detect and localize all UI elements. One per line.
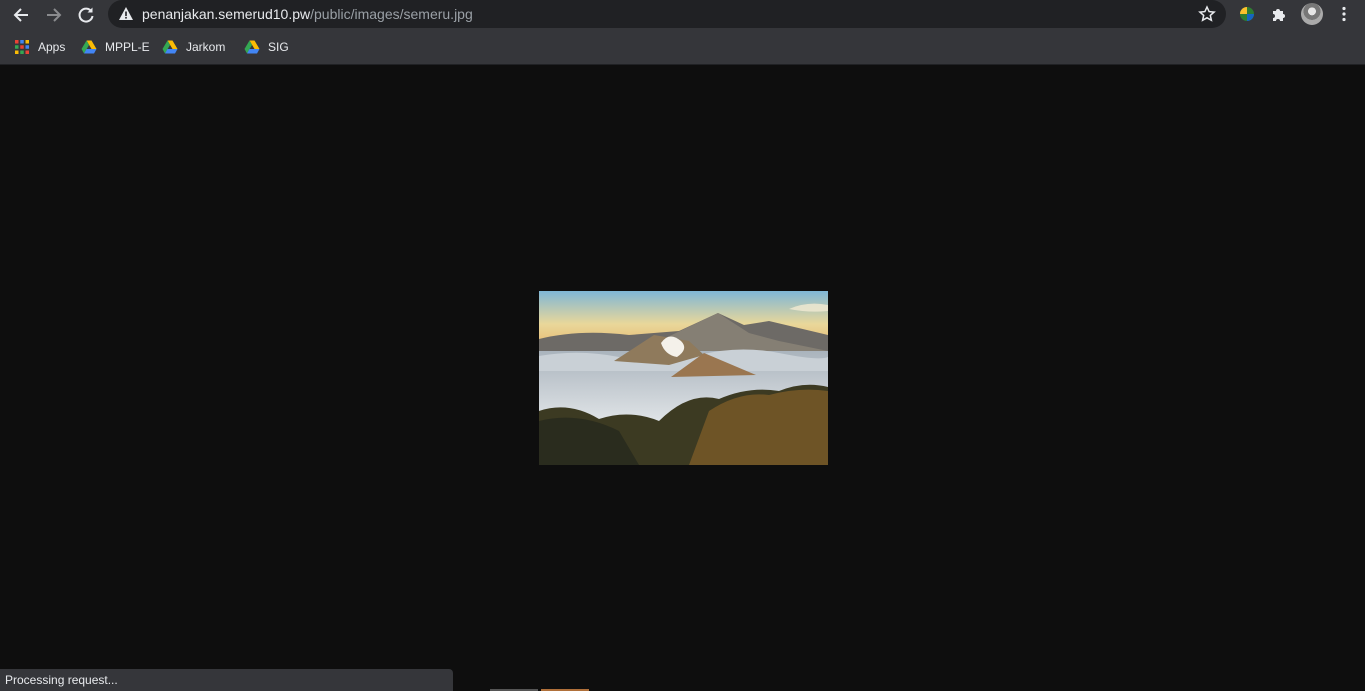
profile-avatar[interactable] [1301,3,1323,25]
bookmark-label: Apps [38,40,66,54]
bookmark-sig[interactable]: SIG [244,38,289,56]
back-button[interactable] [9,3,33,27]
bookmark-star-icon[interactable] [1198,5,1216,23]
url-path: /public/images/semeru.jpg [310,6,473,22]
forward-button[interactable] [42,3,66,27]
bookmark-label: SIG [268,40,289,54]
bookmark-jarkom[interactable]: Jarkom [162,38,225,56]
bookmark-apps[interactable]: Apps [14,38,65,56]
bookmark-label: MPPL-E [105,40,150,54]
bookmarks-bar: Apps MPPL-E Jarkom SIG [0,30,1365,65]
browser-toolbar: penanjakan.semerud10.pw/public/images/se… [0,0,1365,30]
arrow-left-icon [13,8,28,22]
reload-button[interactable] [74,3,98,27]
status-bubble: Processing request... [0,669,453,691]
apps-grid-icon [15,40,29,54]
extension-colorful-icon [1240,7,1254,21]
extension-button[interactable] [1237,4,1257,24]
arrow-right-icon [47,8,62,22]
google-drive-icon [81,40,97,54]
url-host: penanjakan.semerud10.pw [142,6,311,22]
bookmark-label: Jarkom [186,40,226,54]
bookmark-mppl-e[interactable]: MPPL-E [81,38,150,56]
address-bar[interactable]: penanjakan.semerud10.pw/public/images/se… [108,0,1226,28]
puzzle-piece-icon [1273,9,1285,21]
browser-menu-button[interactable] [1334,4,1354,24]
extensions-menu-button[interactable] [1269,4,1289,24]
google-drive-icon [244,40,260,54]
not-secure-warning-icon[interactable] [118,6,134,22]
mountain-landscape-photo [539,291,828,465]
google-drive-icon [162,40,178,54]
kebab-menu-icon [1342,6,1346,22]
url-text[interactable]: penanjakan.semerud10.pw/public/images/se… [142,6,473,22]
viewed-image-semeru[interactable] [539,291,828,465]
reload-icon [78,7,94,23]
